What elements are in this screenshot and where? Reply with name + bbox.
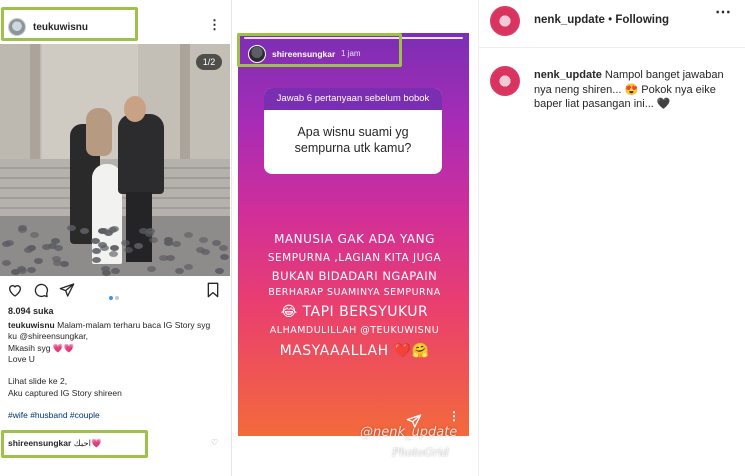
more-options-icon[interactable]: ⋮ xyxy=(208,18,221,31)
pigeon xyxy=(102,270,111,276)
pigeon xyxy=(24,247,33,253)
comment-highlight-box xyxy=(1,430,148,458)
post-caption: teukuwisnu Malam-malam terharu baca IG S… xyxy=(8,320,226,422)
answer-line: 😂 TAPI BERSYUKUR xyxy=(280,304,429,320)
watermark-handle: @nenk_update xyxy=(360,425,458,440)
pigeon xyxy=(184,232,193,238)
pigeon xyxy=(175,268,184,274)
pigeon xyxy=(139,228,148,234)
pigeon xyxy=(110,245,119,251)
question-sticker-header: Jawab 6 pertanyaan sebelum bobok xyxy=(264,88,442,110)
pigeon xyxy=(18,227,27,233)
pigeon xyxy=(121,240,130,246)
story-more-icon[interactable]: ⋮ xyxy=(448,410,460,422)
pigeon xyxy=(2,241,11,247)
carousel-dots xyxy=(108,287,120,305)
pigeon xyxy=(124,247,133,253)
answer-line: MANUSIA GAK ADA YANG xyxy=(274,232,435,246)
like-count[interactable]: 8.094 suka xyxy=(8,306,54,316)
caption-line: Mkasih syg 💗💗 xyxy=(8,342,75,353)
carousel-dot xyxy=(115,296,119,300)
photo-pillar xyxy=(180,44,190,164)
pigeon xyxy=(215,268,224,274)
comment-icon[interactable] xyxy=(33,282,49,298)
caption-line: Malam-malam terharu baca IG Story syg xyxy=(57,320,211,330)
photo-person-man xyxy=(118,114,164,194)
caption-username[interactable]: teukuwisnu xyxy=(8,320,55,330)
pigeon xyxy=(34,258,43,264)
pigeon xyxy=(30,232,39,238)
watermark-app: PhotoGrid xyxy=(392,446,449,459)
pigeon xyxy=(18,268,27,274)
pigeon xyxy=(149,237,158,243)
photo-pillar xyxy=(30,44,40,164)
pigeon xyxy=(108,227,117,233)
photo-person-man-head xyxy=(124,96,146,122)
answer-line: BERHARAP SUAMINYA SEMPURNA xyxy=(268,287,441,298)
username-highlight-box xyxy=(1,7,138,41)
pigeon xyxy=(27,267,36,273)
slide-counter: 1/2 xyxy=(196,54,222,70)
comment-like-heart-icon[interactable]: ♡ xyxy=(211,438,218,447)
caption-line: ku @shireensungkar, xyxy=(8,331,88,342)
pigeon xyxy=(98,242,107,248)
pigeon xyxy=(199,237,208,243)
pigeon xyxy=(172,241,181,247)
heart-icon[interactable] xyxy=(7,282,23,298)
pigeon xyxy=(67,225,76,231)
pigeon xyxy=(92,257,101,263)
caption-hashtags[interactable]: #wife #husband #couple xyxy=(8,410,100,420)
pigeon xyxy=(159,255,168,261)
account-username[interactable]: nenk_update xyxy=(534,14,605,26)
comments-panel: nenk_update • Following ⋯ nenk_update Na… xyxy=(478,0,745,476)
post-panel: teukuwisnu ⋮ 1/2 8.094 suka teukuwisnu M… xyxy=(0,0,232,476)
answer-line: MASYAAALLAH ❤️🤗 xyxy=(279,343,430,359)
pigeon xyxy=(184,264,193,270)
caption-line: Aku captured IG Story shireen xyxy=(8,387,122,398)
pigeon xyxy=(80,228,89,234)
question-sticker-question: Apa wisnu suami yg sempurna utk kamu? xyxy=(294,125,412,155)
separator-dot: • xyxy=(604,14,616,26)
answer-line: SEMPURNA ,LAGIAN KITA JUGA xyxy=(267,252,442,264)
more-options-icon[interactable]: ⋯ xyxy=(715,5,731,21)
bookmark-icon[interactable] xyxy=(205,282,221,298)
pigeon xyxy=(92,248,101,254)
pigeon xyxy=(2,260,11,266)
question-sticker: Jawab 6 pertanyaan sebelum bobok Apa wis… xyxy=(264,88,442,174)
pigeon xyxy=(220,254,229,260)
comment-body: nenk_update Nampol banget jawaban nya ne… xyxy=(534,68,739,112)
pigeon xyxy=(51,238,60,244)
account-username-line: nenk_update • Following xyxy=(534,14,669,26)
answer-line: BUKAN BIDADARI NGAPAIN xyxy=(271,269,438,283)
caption-line: Lihat slide ke 2, xyxy=(8,376,68,387)
photo-person-woman-hijab xyxy=(86,108,112,156)
pigeon xyxy=(201,249,210,255)
pigeon xyxy=(219,245,228,251)
pigeon xyxy=(164,240,173,246)
following-button[interactable]: Following xyxy=(615,14,669,26)
caption-line: Love U xyxy=(8,353,35,364)
pigeon xyxy=(147,266,156,272)
story-panel: shireensungkar 1 jam Jawab 6 pertanyaan … xyxy=(238,33,469,436)
comment-avatar[interactable] xyxy=(490,66,520,96)
pigeon xyxy=(111,268,120,274)
pigeon xyxy=(109,251,118,257)
share-icon[interactable] xyxy=(59,282,75,298)
comments-header: nenk_update • Following ⋯ xyxy=(479,0,745,48)
post-photo[interactable]: 1/2 xyxy=(0,44,230,276)
story-answer-text: MANUSIA GAK ADA YANG SEMPURNA ,LAGIAN KI… xyxy=(252,229,457,363)
screenshot-root: teukuwisnu ⋮ 1/2 8.094 suka teukuwisnu M… xyxy=(0,0,745,476)
pigeon xyxy=(60,261,69,267)
comment-username[interactable]: nenk_update xyxy=(534,69,602,81)
carousel-dot-active xyxy=(109,296,113,300)
account-avatar[interactable] xyxy=(490,6,520,36)
story-username-highlight-box xyxy=(237,33,402,67)
pigeon xyxy=(212,240,221,246)
pigeon xyxy=(134,243,143,249)
answer-line: ALHAMDULILLAH @TEUKUWISNU xyxy=(269,325,440,336)
